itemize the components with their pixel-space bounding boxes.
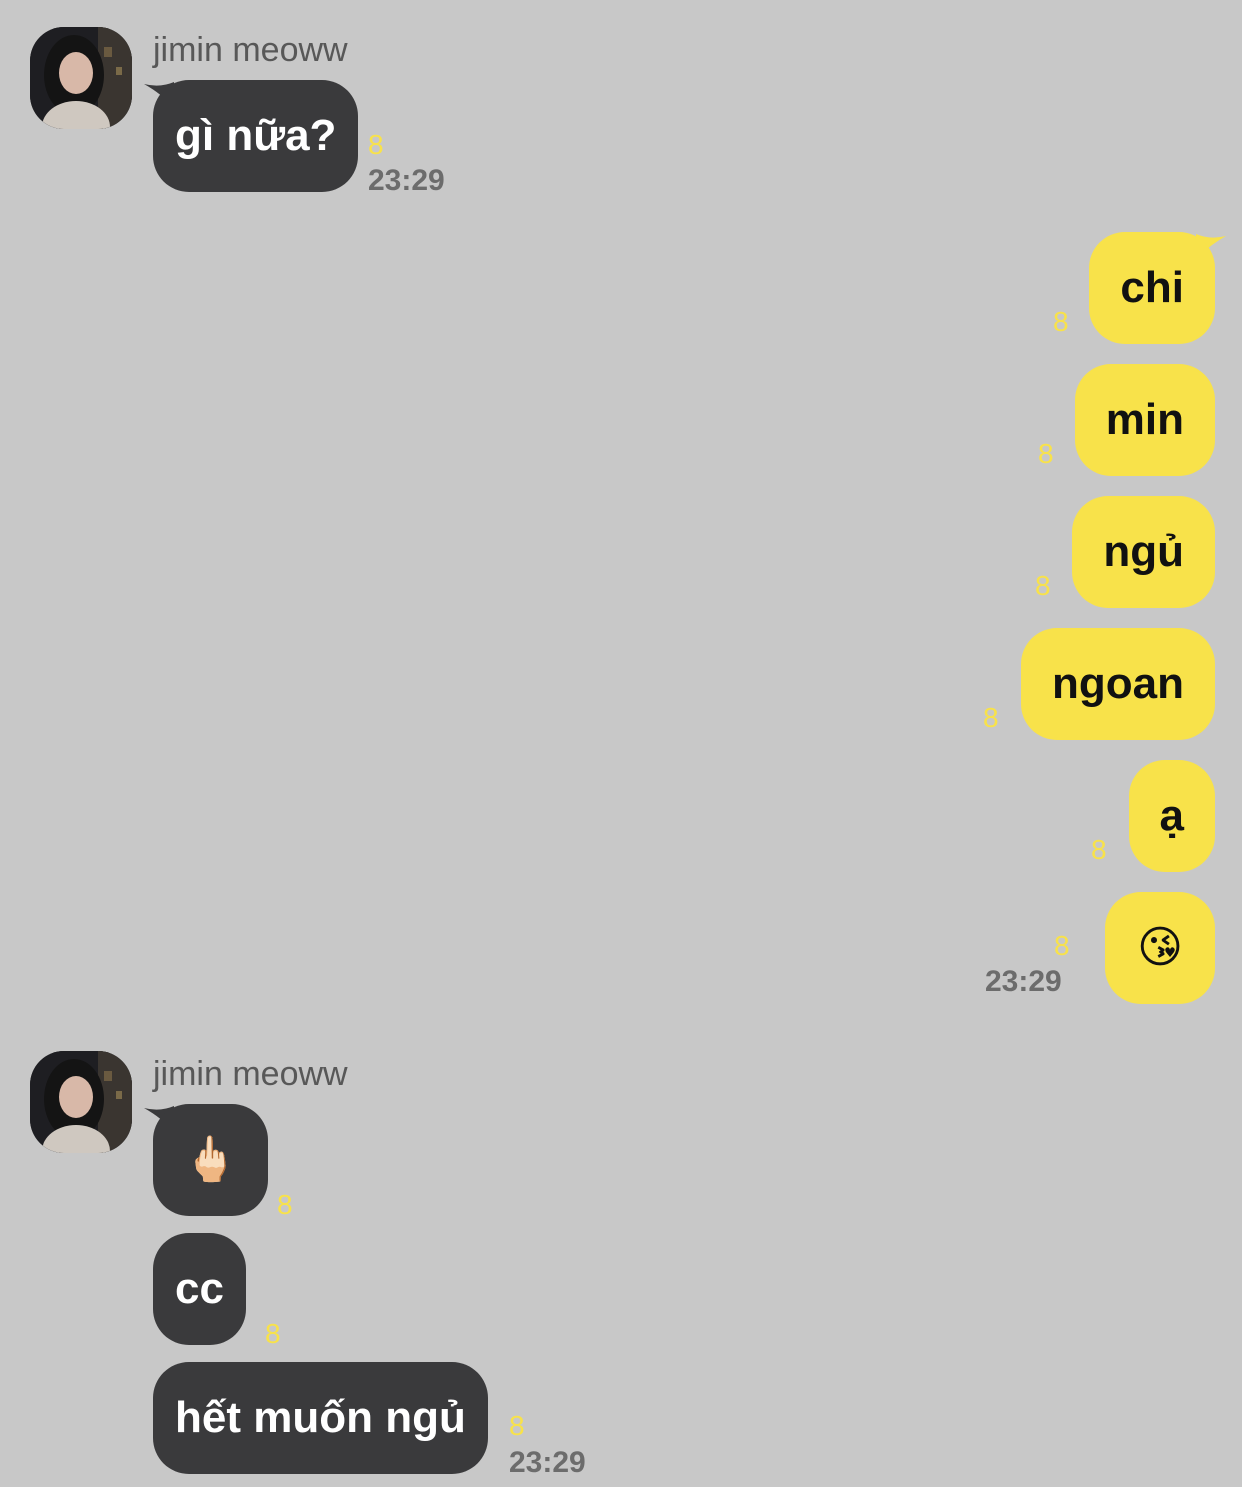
- message-bubble[interactable]: chi: [1089, 232, 1215, 344]
- message-bubble[interactable]: 🖕🏻: [153, 1104, 268, 1216]
- unread-count: 8: [1053, 306, 1069, 337]
- unread-count: 8: [983, 702, 999, 733]
- message-bubble[interactable]: cc: [153, 1233, 246, 1345]
- message-bubble[interactable]: ạ: [1128, 760, 1215, 872]
- timestamp: 23:29: [368, 164, 445, 197]
- kissing-face-emoji: 😘: [1137, 923, 1183, 972]
- avatar[interactable]: [30, 27, 132, 129]
- avatar-image: [30, 27, 132, 129]
- unread-count: 8: [368, 129, 384, 160]
- unread-count: 8: [509, 1410, 525, 1441]
- avatar-image: [30, 1051, 132, 1153]
- sender-name: jimin meoww: [153, 31, 348, 69]
- message-bubble[interactable]: ngủ: [1072, 496, 1215, 608]
- sender-name: jimin meoww: [153, 1055, 348, 1093]
- message-bubble[interactable]: 😘: [1105, 892, 1215, 1004]
- unread-count: 8: [265, 1318, 281, 1349]
- unread-count: 8: [1035, 570, 1051, 601]
- middle-finger-emoji: 🖕🏻: [183, 1135, 238, 1184]
- message-bubble[interactable]: hết muốn ngủ: [153, 1362, 488, 1474]
- message-bubble[interactable]: ngoan: [1021, 628, 1215, 740]
- avatar[interactable]: [30, 1051, 132, 1153]
- unread-count: 8: [277, 1189, 293, 1220]
- timestamp: 23:29: [509, 1446, 586, 1479]
- unread-count: 8: [1054, 930, 1070, 961]
- message-bubble[interactable]: min: [1074, 364, 1215, 476]
- timestamp: 23:29: [985, 965, 1062, 998]
- unread-count: 8: [1038, 438, 1054, 469]
- unread-count: 8: [1091, 834, 1107, 865]
- message-bubble[interactable]: gì nữa?: [153, 80, 359, 192]
